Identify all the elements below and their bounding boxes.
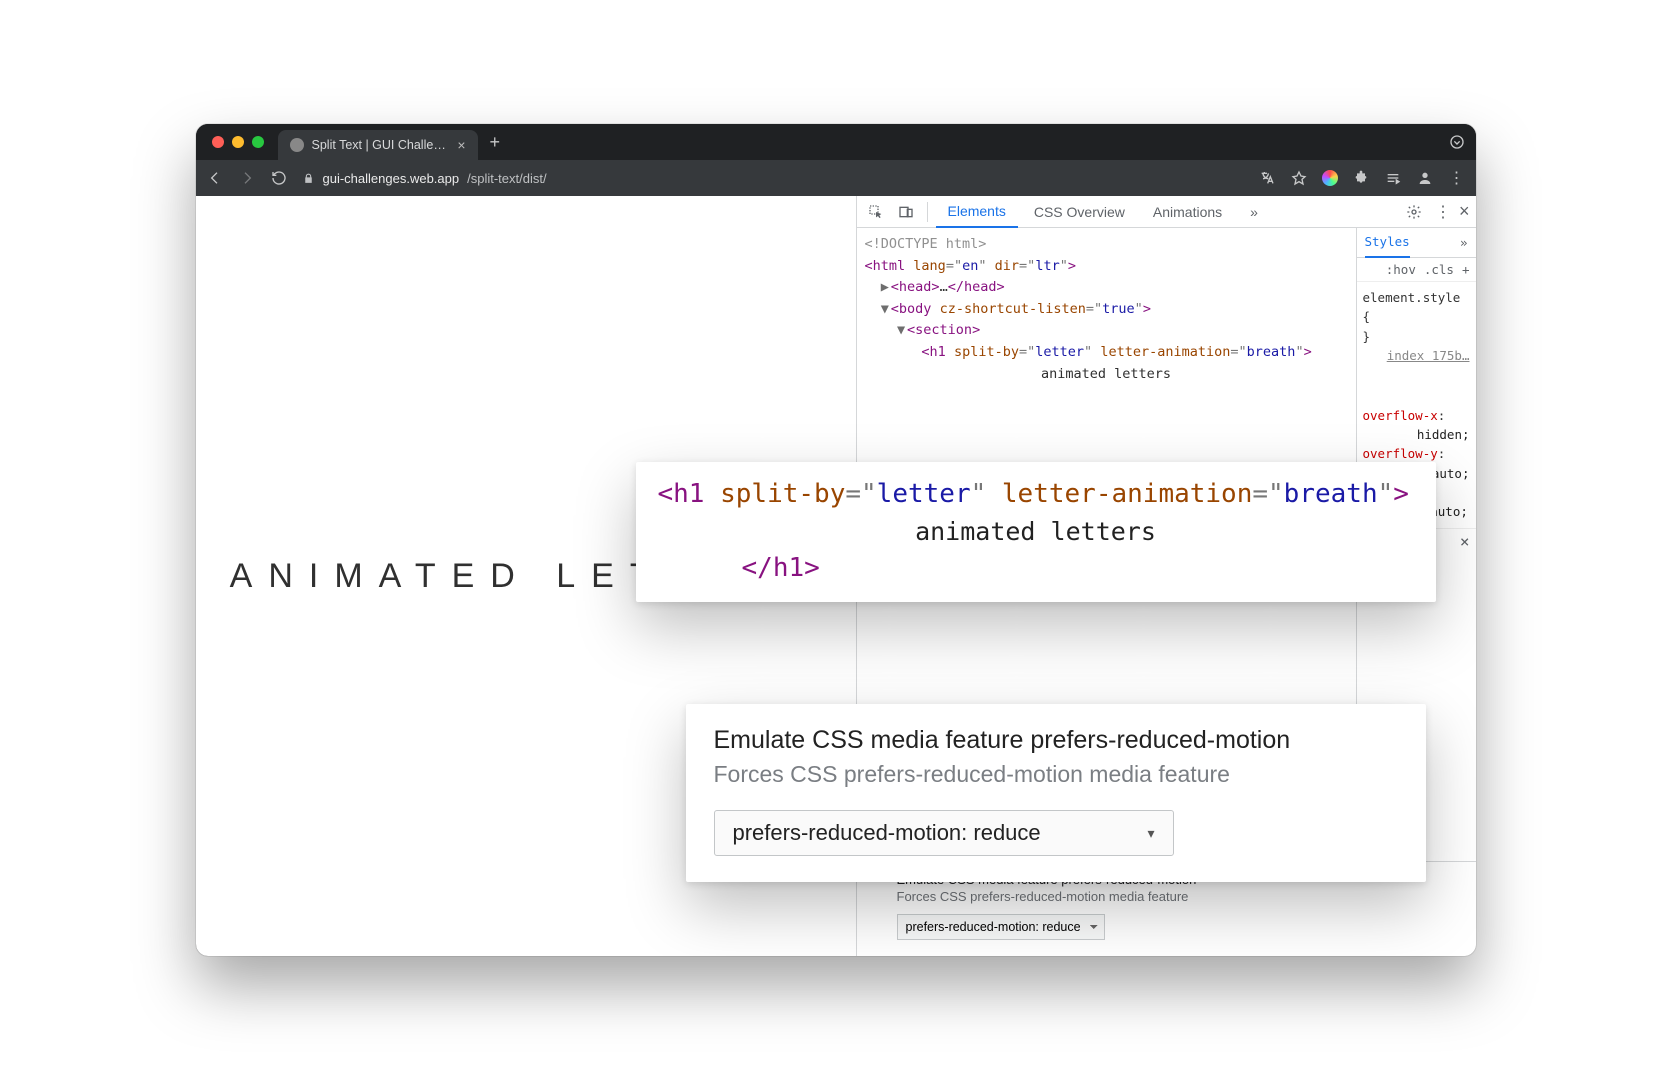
styles-overflow-button[interactable]: » [1460, 235, 1468, 250]
tabs-overflow-button[interactable]: » [1238, 196, 1270, 228]
element-style-selector: element.style { [1363, 290, 1461, 324]
dom-h1-text: animated letters [865, 364, 1348, 386]
separator [927, 202, 928, 222]
forward-button[interactable] [238, 169, 256, 187]
address-bar[interactable]: gui-challenges.web.app/split-text/dist/ [302, 171, 1244, 186]
maximize-window-button[interactable] [252, 136, 264, 148]
devtools-tabs: Elements CSS Overview Animations » ⋮ × [857, 196, 1476, 228]
tab-title: Split Text | GUI Challenges [312, 138, 450, 152]
bookmark-star-icon[interactable] [1290, 169, 1308, 187]
devtools-kebab-button[interactable]: ⋮ [1435, 202, 1451, 222]
chevron-down-icon[interactable] [1448, 133, 1466, 151]
device-toolbar-icon[interactable] [893, 199, 919, 225]
dom-doctype: <!DOCTYPE html> [865, 236, 987, 252]
devtools-settings-icon[interactable] [1401, 199, 1427, 225]
url-host: gui-challenges.web.app [323, 171, 460, 186]
overlay-code-line-2: animated letters [658, 514, 1414, 550]
dom-head[interactable]: ▶<head>…</head> [865, 277, 1348, 299]
browser-window: Split Text | GUI Challenges × + gui-chal… [196, 124, 1476, 956]
chevron-down-icon: ▾ [1147, 825, 1154, 842]
browser-toolbar: gui-challenges.web.app/split-text/dist/ … [196, 160, 1476, 196]
lock-icon [302, 172, 315, 185]
translate-icon[interactable] [1258, 169, 1276, 187]
extension-color-icon[interactable] [1322, 170, 1338, 186]
browser-tab[interactable]: Split Text | GUI Challenges × [278, 130, 478, 160]
code-zoom-overlay: <h1 split-by="letter" letter-animation="… [636, 462, 1436, 602]
styles-tab[interactable]: Styles [1365, 228, 1410, 258]
tab-strip: Split Text | GUI Challenges × + [196, 124, 1476, 160]
inspect-element-icon[interactable] [863, 199, 889, 225]
styles-tabs: Styles » [1357, 228, 1476, 258]
dom-section-open[interactable]: ▼<section> [865, 320, 1348, 342]
overlay-render-select[interactable]: prefers-reduced-motion: reduce ▾ [714, 810, 1174, 856]
dom-h1-open[interactable]: <h1 split-by="letter" letter-animation="… [865, 342, 1348, 364]
profile-avatar-icon[interactable] [1416, 169, 1434, 187]
close-window-button[interactable] [212, 136, 224, 148]
browser-menu-button[interactable]: ⋮ [1448, 169, 1466, 187]
tab-strip-right [1448, 133, 1466, 151]
tab-close-button[interactable]: × [457, 137, 465, 153]
stylesheet-source-link[interactable]: index 175b… [1387, 348, 1470, 363]
new-tab-button[interactable]: + [486, 132, 505, 153]
url-path: /split-text/dist/ [467, 171, 546, 186]
hov-toggle[interactable]: :hov [1386, 262, 1416, 277]
dom-body-open[interactable]: ▼<body cz-shortcut-listen="true"> [865, 299, 1348, 321]
drawer-subheading: Forces CSS prefers-reduced-motion media … [897, 889, 1436, 904]
tab-elements[interactable]: Elements [936, 196, 1018, 228]
styles-drawer-close-icon[interactable]: × [1460, 532, 1470, 551]
overlay-code-line-3: </h1> [658, 550, 1414, 588]
media-queue-icon[interactable] [1384, 169, 1402, 187]
overlay-render-heading: Emulate CSS media feature prefers-reduce… [714, 726, 1398, 755]
reload-button[interactable] [270, 169, 288, 187]
minimize-window-button[interactable] [232, 136, 244, 148]
tab-animations[interactable]: Animations [1141, 196, 1234, 228]
overlay-code-line-1: <h1 split-by="letter" letter-animation="… [658, 476, 1414, 514]
prefers-reduced-motion-select[interactable]: prefers-reduced-motion: reduce [897, 914, 1105, 940]
cls-toggle[interactable]: .cls [1424, 262, 1454, 277]
dom-html-open[interactable]: <html lang="en" dir="ltr"> [865, 256, 1348, 278]
overlay-render-select-value: prefers-reduced-motion: reduce [733, 820, 1041, 846]
overlay-render-sub: Forces CSS prefers-reduced-motion media … [714, 761, 1398, 788]
toolbar-right: ⋮ [1258, 169, 1466, 187]
window-controls [206, 136, 270, 148]
tab-css-overview[interactable]: CSS Overview [1022, 196, 1137, 228]
new-rule-button[interactable]: + [1462, 262, 1470, 277]
back-button[interactable] [206, 169, 224, 187]
rendering-zoom-overlay: Emulate CSS media feature prefers-reduce… [686, 704, 1426, 882]
devtools-close-button[interactable]: × [1459, 201, 1470, 222]
content-area: ANIMATED LETTERS Elements CSS Overview A… [196, 196, 1476, 956]
favicon-icon [290, 138, 304, 152]
extensions-icon[interactable] [1352, 169, 1370, 187]
